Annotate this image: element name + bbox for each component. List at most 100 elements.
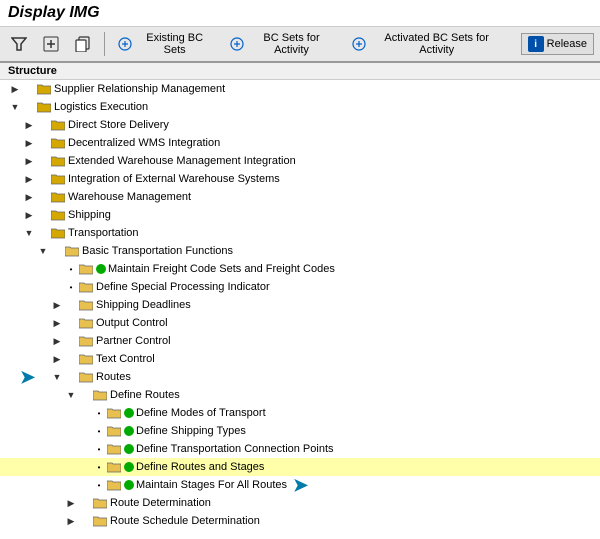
expander[interactable]: ▼ (50, 370, 64, 384)
tree-item-dmt[interactable]: • Define Modes of Transport (0, 404, 600, 422)
tree-item-dtcp[interactable]: • Define Transportation Connection Point… (0, 440, 600, 458)
tree: ▶ Supplier Relationship Management▼ Logi… (0, 80, 600, 527)
expander-placeholder (78, 424, 92, 438)
expander[interactable]: ▶ (50, 352, 64, 366)
item-label: Warehouse Management (68, 191, 191, 203)
tree-item-ship[interactable]: ▶ Shipping (0, 206, 600, 224)
bullet: • (92, 481, 106, 490)
left-arrow-annotation: ➤ (20, 367, 35, 388)
expander[interactable]: ▶ (22, 190, 36, 204)
release-button[interactable]: i Release (521, 33, 594, 55)
tree-item-mfcf[interactable]: • Maintain Freight Code Sets and Freight… (0, 260, 600, 278)
expander[interactable]: ▼ (8, 100, 22, 114)
green-status-dot (124, 444, 134, 454)
expander-placeholder (78, 442, 92, 456)
item-label: Route Schedule Determination (110, 515, 260, 527)
item-label: Integration of External Warehouse System… (68, 173, 280, 185)
folder-icon (106, 441, 122, 457)
expander[interactable]: ▶ (22, 172, 36, 186)
tree-item-ewm[interactable]: ▶ Extended Warehouse Management Integrat… (0, 152, 600, 170)
existing-bc-sets-button[interactable]: Existing BC Sets (113, 29, 218, 59)
item-label: Define Modes of Transport (136, 407, 266, 419)
filter-icon (11, 36, 27, 52)
folder-icon (106, 405, 122, 421)
tree-container: ▶ Supplier Relationship Management▼ Logi… (0, 80, 600, 527)
item-label: Basic Transportation Functions (82, 245, 233, 257)
window-title: Display IMG (8, 4, 592, 22)
expander[interactable]: ▶ (50, 334, 64, 348)
tree-item-routes[interactable]: ➤ ▼ Routes (0, 368, 600, 386)
tree-item-rsd[interactable]: ▶ Route Schedule Determination (0, 512, 600, 527)
bc-sets-activity-label: BC Sets for Activity (247, 32, 335, 56)
expander[interactable]: ▶ (22, 118, 36, 132)
expand-icon (43, 36, 59, 52)
filter-button[interactable] (6, 33, 32, 55)
info-icon: i (528, 36, 544, 52)
folder-icon (92, 495, 108, 511)
bullet: • (92, 463, 106, 472)
tree-item-dras[interactable]: • Define Routes and Stages (0, 458, 600, 476)
bc-sets-activity-button[interactable]: BC Sets for Activity (224, 29, 340, 59)
expander[interactable]: ▶ (64, 514, 78, 527)
tree-item-srm[interactable]: ▶ Supplier Relationship Management (0, 80, 600, 98)
tree-item-rdm[interactable]: ▶ Route Determination (0, 494, 600, 512)
expander[interactable]: ▶ (50, 316, 64, 330)
item-label: Shipping Deadlines (96, 299, 191, 311)
expander[interactable]: ▼ (64, 388, 78, 402)
folder-icon (50, 207, 66, 223)
expander[interactable]: ▶ (64, 496, 78, 510)
folder-icon (78, 369, 94, 385)
tree-item-msfar[interactable]: • Maintain Stages For All Routes➤ (0, 476, 600, 494)
item-label: Define Routes (110, 389, 180, 401)
bullet: • (92, 427, 106, 436)
tree-item-tc[interactable]: ▶ Text Control (0, 350, 600, 368)
expander[interactable]: ▼ (22, 226, 36, 240)
tree-item-oc[interactable]: ▶ Output Control (0, 314, 600, 332)
tree-item-pc[interactable]: ▶ Partner Control (0, 332, 600, 350)
tree-item-trans[interactable]: ▼ Transportation (0, 224, 600, 242)
green-status-dot (124, 480, 134, 490)
expand-button[interactable] (38, 33, 64, 55)
expander[interactable]: ▶ (22, 136, 36, 150)
item-label: Decentralized WMS Integration (68, 137, 220, 149)
tree-item-iews[interactable]: ▶ Integration of External Warehouse Syst… (0, 170, 600, 188)
tree-item-dst[interactable]: • Define Shipping Types (0, 422, 600, 440)
tree-item-btf[interactable]: ▼ Basic Transportation Functions (0, 242, 600, 260)
activated-bc-sets-label: Activated BC Sets for Activity (370, 32, 504, 56)
copy-button[interactable] (70, 33, 96, 55)
item-label: Define Transportation Connection Points (136, 443, 334, 455)
release-label: Release (547, 38, 587, 50)
bullet: • (92, 409, 106, 418)
expander[interactable]: ▶ (22, 208, 36, 222)
folder-icon (78, 315, 94, 331)
bullet: • (64, 283, 78, 292)
item-label: Route Determination (110, 497, 211, 509)
expander[interactable]: ▶ (50, 298, 64, 312)
folder-icon (50, 225, 66, 241)
green-status-dot (124, 408, 134, 418)
folder-icon (36, 99, 52, 115)
item-label: Define Routes and Stages (136, 461, 264, 473)
activated-bc-sets-button[interactable]: Activated BC Sets for Activity (347, 29, 509, 59)
expander-placeholder (50, 262, 64, 276)
folder-icon (50, 135, 66, 151)
folder-icon (78, 279, 94, 295)
tree-item-sd[interactable]: ▶ Shipping Deadlines (0, 296, 600, 314)
item-label: Routes (96, 371, 131, 383)
expander[interactable]: ▼ (36, 244, 50, 258)
folder-icon (106, 459, 122, 475)
tree-item-dsd[interactable]: ▶ Direct Store Delivery (0, 116, 600, 134)
tree-item-dspi[interactable]: • Define Special Processing Indicator (0, 278, 600, 296)
folder-icon (106, 423, 122, 439)
item-label: Maintain Stages For All Routes (136, 479, 287, 491)
item-label: Define Special Processing Indicator (96, 281, 270, 293)
expander[interactable]: ▶ (22, 154, 36, 168)
expander[interactable]: ▶ (8, 82, 22, 96)
tree-item-le[interactable]: ▼ Logistics Execution (0, 98, 600, 116)
tree-item-wm[interactable]: ▶ Warehouse Management (0, 188, 600, 206)
item-label: Maintain Freight Code Sets and Freight C… (108, 263, 335, 275)
tree-item-dr[interactable]: ▼ Define Routes (0, 386, 600, 404)
tree-item-dwms[interactable]: ▶ Decentralized WMS Integration (0, 134, 600, 152)
folder-icon (50, 153, 66, 169)
folder-icon (78, 333, 94, 349)
